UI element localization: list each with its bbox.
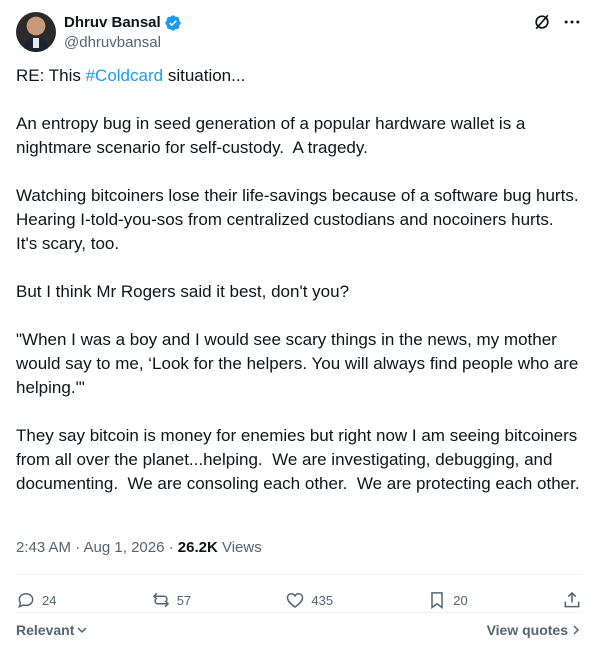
avatar[interactable]: [16, 12, 56, 52]
text-segment: situation...: [163, 66, 246, 85]
bookmark-button[interactable]: 20: [427, 590, 468, 610]
reply-button[interactable]: 24: [16, 590, 56, 610]
grok-icon[interactable]: [532, 12, 552, 32]
repost-count: 57: [176, 592, 192, 608]
sort-label: Relevant: [16, 622, 75, 638]
tweet-text: RE: This #Coldcard situation... An entro…: [16, 64, 582, 496]
tweet-paragraph: Watching bitcoiners lose their life-savi…: [16, 186, 584, 253]
bookmark-count: 20: [453, 592, 468, 608]
heart-icon: [287, 592, 304, 609]
share-button[interactable]: [562, 590, 582, 610]
tweet-meta: 2:43 AM · Aug 1, 2026 · 26.2K Views: [16, 538, 262, 558]
action-bar: 24 57 435 20: [16, 585, 582, 615]
bookmark-icon: [431, 592, 444, 609]
views-label: Views: [217, 539, 262, 556]
sort-replies-dropdown[interactable]: Relevant: [16, 622, 88, 638]
header-actions: [532, 12, 582, 32]
view-quotes-link[interactable]: View quotes: [487, 622, 582, 638]
chevron-down-icon: [77, 627, 87, 634]
display-name[interactable]: Dhruv Bansal: [64, 13, 161, 33]
author-handle[interactable]: @dhruvbansal: [64, 33, 161, 53]
tweet-paragraph: They say bitcoin is money for enemies bu…: [16, 426, 582, 493]
repost-icon: [152, 592, 169, 608]
tweet-header: Dhruv Bansal @dhruvbansal: [16, 12, 582, 56]
reply-icon: [18, 592, 34, 608]
text-segment: RE: This: [16, 66, 86, 85]
tweet-paragraph: But I think Mr Rogers said it best, don'…: [16, 282, 350, 301]
views-count: 26.2K: [177, 539, 218, 556]
chevron-right-icon: [573, 625, 580, 635]
more-options-icon[interactable]: [562, 12, 582, 32]
divider: [16, 612, 582, 613]
reply-count: 24: [42, 592, 57, 608]
tweet: Dhruv Bansal @dhruvbansal RE: This #Cold…: [0, 0, 598, 651]
verified-badge-icon: [164, 14, 182, 32]
like-button[interactable]: 435: [285, 590, 333, 610]
author-name-row: Dhruv Bansal: [64, 13, 182, 33]
share-icon: [564, 591, 580, 608]
repost-button[interactable]: 57: [151, 590, 191, 610]
tweet-paragraph: "When I was a boy and I would see scary …: [16, 330, 584, 397]
tweet-paragraph: An entropy bug in seed generation of a p…: [16, 114, 531, 157]
tweet-paragraph: RE: This #Coldcard situation...: [16, 64, 582, 88]
like-count: 435: [311, 592, 334, 608]
divider: [16, 574, 582, 575]
view-quotes-label: View quotes: [486, 622, 568, 638]
timestamp-link[interactable]: 2:43 AM · Aug 1, 2026 ·: [16, 539, 178, 556]
hashtag-link[interactable]: #Coldcard: [86, 66, 164, 85]
replies-footer: Relevant View quotes: [16, 620, 582, 640]
